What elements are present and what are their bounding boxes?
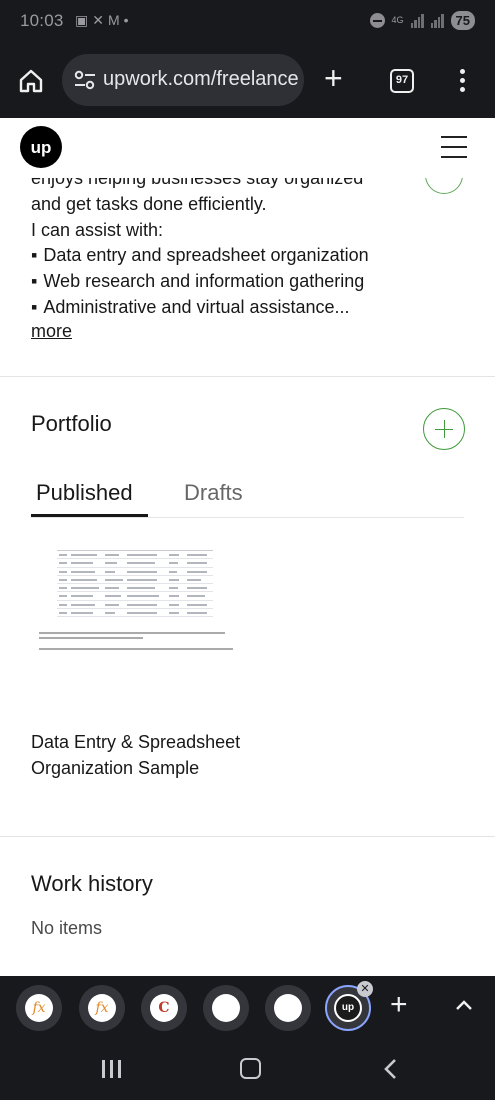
do-not-disturb-icon	[369, 13, 385, 28]
add-portfolio-button[interactable]	[423, 408, 465, 450]
fx-icon: fx	[88, 994, 116, 1022]
status-time: 10:03	[20, 11, 64, 30]
gmail-icon: M	[107, 12, 124, 28]
work-history-empty: No items	[31, 918, 103, 938]
floating-bubbles-bar: fx fx C up ✕ +	[0, 976, 495, 1040]
browser-toolbar: upwork.com/freelance + 97	[0, 44, 495, 118]
about-line: enjoys helping businesses stay organized	[31, 178, 364, 188]
tab-drafts[interactable]: Drafts	[184, 480, 243, 506]
recent-apps-icon[interactable]	[102, 1060, 122, 1078]
app-c-icon: C	[150, 994, 178, 1022]
site-header: up	[0, 118, 495, 178]
upwork-logo[interactable]: up	[20, 126, 62, 168]
status-bar: 10:03 ▣✕M• 4G 75	[0, 0, 495, 44]
menu-icon[interactable]	[441, 136, 467, 166]
active-tab-indicator	[31, 514, 148, 517]
thumbnail-caption	[39, 632, 233, 653]
about-line: I can assist with:	[31, 219, 164, 240]
about-bullet: Data entry and spreadsheet organization	[31, 243, 368, 269]
notification-icons: ▣✕M•	[75, 12, 133, 29]
add-bubble-icon[interactable]: +	[390, 990, 408, 1020]
close-icon[interactable]: ✕	[357, 981, 373, 997]
dot-icon: •	[123, 12, 133, 28]
about-bullet: Web research and information gathering	[31, 269, 369, 295]
about-text: enjoys helping businesses stay organized…	[31, 178, 369, 321]
portfolio-thumbnail[interactable]	[31, 544, 233, 674]
signal-icon-2	[430, 13, 444, 28]
signal-icon	[410, 13, 424, 28]
url-text: upwork.com/freelance	[103, 68, 299, 90]
bubble-app-5[interactable]	[265, 985, 311, 1031]
bubble-app-3[interactable]: C	[141, 985, 187, 1031]
section-divider	[0, 836, 495, 837]
more-link[interactable]: more	[31, 321, 72, 342]
screenshot-icon: ▣	[75, 12, 93, 28]
new-tab-icon[interactable]: +	[324, 62, 343, 94]
system-nav-bar	[0, 1040, 495, 1100]
about-bullet: Administrative and virtual assistance...	[31, 295, 369, 321]
edit-circle-partial[interactable]	[425, 178, 463, 194]
tools-icon: ✕	[92, 12, 108, 28]
address-bar[interactable]: upwork.com/freelance	[62, 54, 304, 106]
portfolio-item-title[interactable]: Data Entry & Spreadsheet Organization Sa…	[31, 730, 251, 782]
chevron-up-icon[interactable]	[455, 998, 473, 1016]
blank-app-icon	[212, 994, 240, 1022]
portfolio-tabs: Published Drafts	[31, 474, 464, 518]
fx-icon: fx	[25, 994, 53, 1022]
tab-published[interactable]: Published	[36, 480, 133, 506]
bubble-app-2[interactable]: fx	[79, 985, 125, 1031]
tab-switcher-button[interactable]: 97	[390, 69, 414, 93]
upwork-bubble-icon: up	[334, 994, 362, 1022]
home-button-icon[interactable]	[240, 1058, 261, 1079]
blank-app-icon	[274, 994, 302, 1022]
home-icon[interactable]	[18, 68, 44, 99]
bubble-app-1[interactable]: fx	[16, 985, 62, 1031]
profile-content: enjoys helping businesses stay organized…	[0, 178, 495, 976]
more-menu-icon[interactable]	[460, 69, 468, 96]
network-type: 4G	[391, 15, 404, 25]
work-history-title: Work history	[31, 871, 153, 896]
section-divider	[0, 376, 495, 377]
thumbnail-spreadsheet	[57, 550, 213, 618]
bubble-app-4[interactable]	[203, 985, 249, 1031]
about-line: and get tasks done efficiently.	[31, 193, 267, 214]
status-right: 4G 75	[369, 11, 475, 30]
portfolio-title: Portfolio	[31, 411, 112, 436]
logo-text: up	[31, 138, 52, 157]
back-icon[interactable]	[383, 1058, 397, 1085]
battery-level: 75	[450, 11, 475, 30]
site-settings-icon[interactable]	[74, 70, 96, 95]
bubble-app-upwork[interactable]: up ✕	[325, 981, 373, 1031]
